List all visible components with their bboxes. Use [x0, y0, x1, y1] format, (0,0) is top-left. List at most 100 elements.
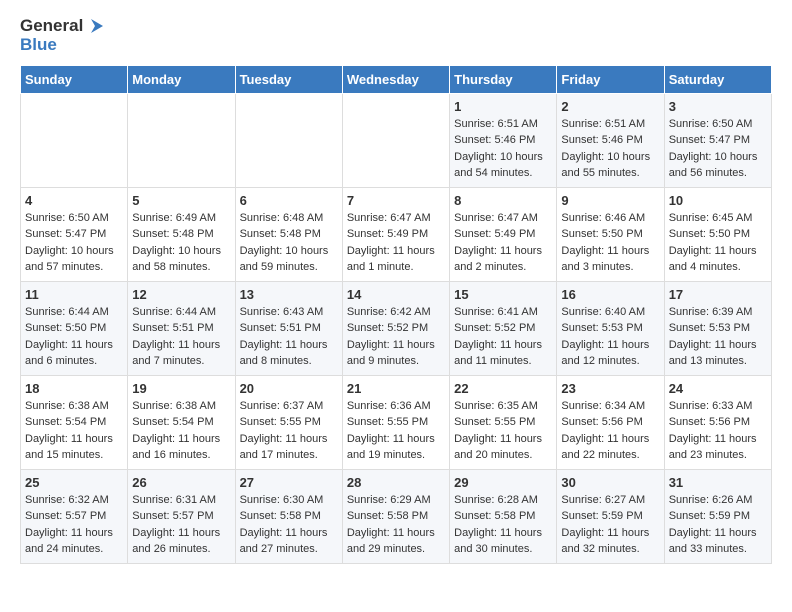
- day-number: 23: [561, 381, 659, 396]
- calendar-cell: 28Sunrise: 6:29 AM Sunset: 5:58 PM Dayli…: [342, 469, 449, 563]
- day-info: Sunrise: 6:47 AM Sunset: 5:49 PM Dayligh…: [454, 210, 552, 276]
- calendar-cell: [342, 93, 449, 187]
- day-number: 14: [347, 287, 445, 302]
- calendar-cell: 18 Sunrise: 6:38 AM Sunset: 5:54 PM Dayli…: [21, 375, 128, 469]
- day-info: Sunrise: 6:42 AM Sunset: 5:52 PM Dayligh…: [347, 304, 445, 370]
- calendar-cell: 14 Sunrise: 6:42 AM Sunset: 5:52 PM Dayli…: [342, 281, 449, 375]
- day-number: 30: [561, 475, 659, 490]
- day-info: Sunrise: 6:35 AM Sunset: 5:55 PM Dayligh…: [454, 398, 552, 464]
- day-info: Sunrise: 6:49 AM Sunset: 5:48 PM Dayligh…: [132, 210, 230, 276]
- day-info: Sunrise: 6:30 AM Sunset: 5:58 PM Dayligh…: [240, 492, 338, 558]
- day-number: 28: [347, 475, 445, 490]
- header-wednesday: Wednesday: [342, 65, 449, 93]
- day-number: 9: [561, 193, 659, 208]
- day-info: Sunrise: 6:39 AM Sunset: 5:53 PM Dayligh…: [669, 304, 767, 370]
- day-number: 19: [132, 381, 230, 396]
- day-number: 6: [240, 193, 338, 208]
- day-info: Sunrise: 6:31 AM Sunset: 5:57 PM Dayligh…: [132, 492, 230, 558]
- calendar-week-row: 18 Sunrise: 6:38 AM Sunset: 5:54 PM Dayli…: [21, 375, 772, 469]
- calendar-cell: 3 Sunrise: 6:50 AM Sunset: 5:47 PM Daylig…: [664, 93, 771, 187]
- calendar-week-row: 4Sunrise: 6:50 AM Sunset: 5:47 PM Daylig…: [21, 187, 772, 281]
- calendar-cell: 27 Sunrise: 6:30 AM Sunset: 5:58 PM Dayli…: [235, 469, 342, 563]
- calendar-cell: 7 Sunrise: 6:47 AM Sunset: 5:49 PM Daylig…: [342, 187, 449, 281]
- day-number: 13: [240, 287, 338, 302]
- day-info: Sunrise: 6:44 AM Sunset: 5:51 PM Dayligh…: [132, 304, 230, 370]
- day-info: Sunrise: 6:38 AM Sunset: 5:54 PM Dayligh…: [132, 398, 230, 464]
- calendar-week-row: 25 Sunrise: 6:32 AM Sunset: 5:57 PM Dayli…: [21, 469, 772, 563]
- day-info: Sunrise: 6:51 AM Sunset: 5:46 PM Dayligh…: [561, 116, 659, 182]
- header-saturday: Saturday: [664, 65, 771, 93]
- day-info: Sunrise: 6:33 AM Sunset: 5:56 PM Dayligh…: [669, 398, 767, 464]
- calendar-week-row: 1 Sunrise: 6:51 AM Sunset: 5:46 PM Daylig…: [21, 93, 772, 187]
- day-info: Sunrise: 6:34 AM Sunset: 5:56 PM Dayligh…: [561, 398, 659, 464]
- day-number: 24: [669, 381, 767, 396]
- logo-wordmark: General Blue: [20, 16, 105, 55]
- calendar-cell: 25 Sunrise: 6:32 AM Sunset: 5:57 PM Dayli…: [21, 469, 128, 563]
- logo-general-text: General: [20, 17, 83, 36]
- calendar-cell: 5 Sunrise: 6:49 AM Sunset: 5:48 PM Daylig…: [128, 187, 235, 281]
- calendar-cell: 22 Sunrise: 6:35 AM Sunset: 5:55 PM Dayli…: [450, 375, 557, 469]
- day-number: 27: [240, 475, 338, 490]
- day-number: 2: [561, 99, 659, 114]
- calendar-cell: 19 Sunrise: 6:38 AM Sunset: 5:54 PM Dayli…: [128, 375, 235, 469]
- day-info: Sunrise: 6:47 AM Sunset: 5:49 PM Dayligh…: [347, 210, 445, 276]
- day-number: 26: [132, 475, 230, 490]
- day-number: 21: [347, 381, 445, 396]
- day-number: 1: [454, 99, 552, 114]
- calendar-cell: 11Sunrise: 6:44 AM Sunset: 5:50 PM Dayli…: [21, 281, 128, 375]
- calendar-cell: 20 Sunrise: 6:37 AM Sunset: 5:55 PM Dayli…: [235, 375, 342, 469]
- day-info: Sunrise: 6:36 AM Sunset: 5:55 PM Dayligh…: [347, 398, 445, 464]
- logo-chevron-icon: [85, 16, 105, 36]
- calendar-cell: 17Sunrise: 6:39 AM Sunset: 5:53 PM Dayli…: [664, 281, 771, 375]
- day-info: Sunrise: 6:45 AM Sunset: 5:50 PM Dayligh…: [669, 210, 767, 276]
- logo-blue-text: Blue: [20, 35, 57, 54]
- day-number: 22: [454, 381, 552, 396]
- day-number: 8: [454, 193, 552, 208]
- day-number: 11: [25, 287, 123, 302]
- calendar-table: SundayMondayTuesdayWednesdayThursdayFrid…: [20, 65, 772, 564]
- calendar-cell: 26 Sunrise: 6:31 AM Sunset: 5:57 PM Dayli…: [128, 469, 235, 563]
- day-number: 5: [132, 193, 230, 208]
- calendar-header-row: SundayMondayTuesdayWednesdayThursdayFrid…: [21, 65, 772, 93]
- day-info: Sunrise: 6:38 AM Sunset: 5:54 PM Dayligh…: [25, 398, 123, 464]
- calendar-cell: [128, 93, 235, 187]
- day-number: 15: [454, 287, 552, 302]
- header-monday: Monday: [128, 65, 235, 93]
- calendar-cell: 10 Sunrise: 6:45 AM Sunset: 5:50 PM Dayli…: [664, 187, 771, 281]
- day-number: 20: [240, 381, 338, 396]
- calendar-cell: 30 Sunrise: 6:27 AM Sunset: 5:59 PM Dayli…: [557, 469, 664, 563]
- calendar-cell: 31Sunrise: 6:26 AM Sunset: 5:59 PM Dayli…: [664, 469, 771, 563]
- day-number: 3: [669, 99, 767, 114]
- day-number: 25: [25, 475, 123, 490]
- day-info: Sunrise: 6:50 AM Sunset: 5:47 PM Dayligh…: [669, 116, 767, 182]
- calendar-cell: 21 Sunrise: 6:36 AM Sunset: 5:55 PM Dayli…: [342, 375, 449, 469]
- calendar-cell: 29 Sunrise: 6:28 AM Sunset: 5:58 PM Dayli…: [450, 469, 557, 563]
- day-info: Sunrise: 6:48 AM Sunset: 5:48 PM Dayligh…: [240, 210, 338, 276]
- calendar-cell: 12 Sunrise: 6:44 AM Sunset: 5:51 PM Dayli…: [128, 281, 235, 375]
- day-number: 31: [669, 475, 767, 490]
- day-info: Sunrise: 6:32 AM Sunset: 5:57 PM Dayligh…: [25, 492, 123, 558]
- header-friday: Friday: [557, 65, 664, 93]
- day-info: Sunrise: 6:41 AM Sunset: 5:52 PM Dayligh…: [454, 304, 552, 370]
- day-number: 12: [132, 287, 230, 302]
- day-number: 10: [669, 193, 767, 208]
- calendar-cell: 23 Sunrise: 6:34 AM Sunset: 5:56 PM Dayli…: [557, 375, 664, 469]
- calendar-week-row: 11Sunrise: 6:44 AM Sunset: 5:50 PM Dayli…: [21, 281, 772, 375]
- calendar-cell: [235, 93, 342, 187]
- header-tuesday: Tuesday: [235, 65, 342, 93]
- day-info: Sunrise: 6:51 AM Sunset: 5:46 PM Dayligh…: [454, 116, 552, 182]
- calendar-cell: 4Sunrise: 6:50 AM Sunset: 5:47 PM Daylig…: [21, 187, 128, 281]
- day-number: 18: [25, 381, 123, 396]
- calendar-cell: 8 Sunrise: 6:47 AM Sunset: 5:49 PM Daylig…: [450, 187, 557, 281]
- day-info: Sunrise: 6:37 AM Sunset: 5:55 PM Dayligh…: [240, 398, 338, 464]
- day-info: Sunrise: 6:40 AM Sunset: 5:53 PM Dayligh…: [561, 304, 659, 370]
- day-number: 16: [561, 287, 659, 302]
- logo: General Blue: [20, 16, 105, 55]
- day-info: Sunrise: 6:28 AM Sunset: 5:58 PM Dayligh…: [454, 492, 552, 558]
- day-number: 29: [454, 475, 552, 490]
- day-number: 7: [347, 193, 445, 208]
- calendar-cell: 15 Sunrise: 6:41 AM Sunset: 5:52 PM Dayli…: [450, 281, 557, 375]
- day-info: Sunrise: 6:27 AM Sunset: 5:59 PM Dayligh…: [561, 492, 659, 558]
- calendar-cell: 24 Sunrise: 6:33 AM Sunset: 5:56 PM Dayli…: [664, 375, 771, 469]
- calendar-cell: 2 Sunrise: 6:51 AM Sunset: 5:46 PM Daylig…: [557, 93, 664, 187]
